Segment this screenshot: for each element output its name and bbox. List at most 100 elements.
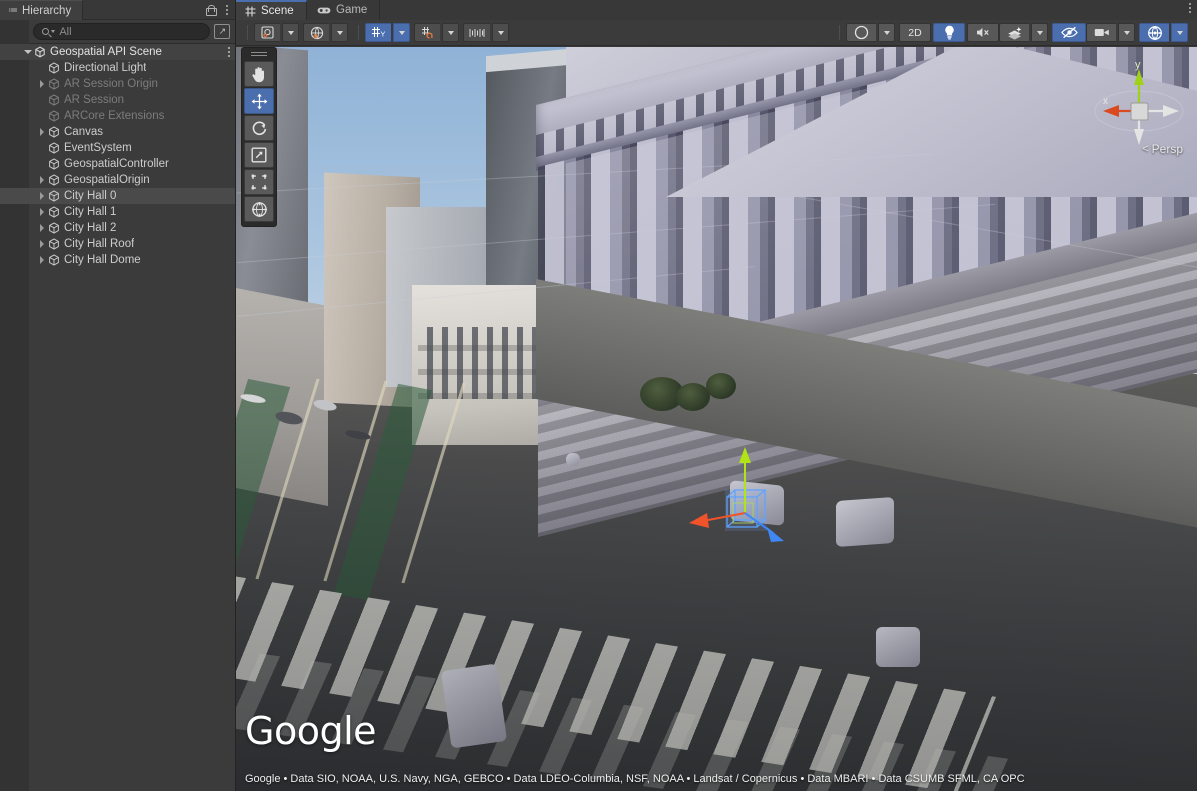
hierarchy-item-city-hall-dome[interactable]: City Hall Dome [0,252,235,268]
street-object-2 [566,453,580,466]
chevron-down-icon [1037,31,1043,35]
scale-tool[interactable] [244,142,274,168]
audio-toggle[interactable] [967,23,999,42]
disclosure-closed-icon[interactable] [36,128,47,136]
hierarchy-search-field[interactable] [33,23,210,40]
grid-axis-caret[interactable] [393,23,410,42]
disclosure-closed-icon[interactable] [36,224,47,232]
fx-dropdown[interactable] [999,23,1029,42]
hierarchy-item-ar-session[interactable]: AR Session [0,92,235,108]
disclosure-closed-icon[interactable] [36,240,47,248]
shading-mode-dropdown[interactable] [846,23,876,42]
hierarchy-item-ar-session-origin[interactable]: AR Session Origin [0,76,235,92]
shading-mode-caret[interactable] [878,23,895,42]
disclosure-closed-icon[interactable] [36,208,47,216]
hierarchy-item-eventsystem[interactable]: EventSystem [0,140,235,156]
2d-toggle[interactable]: 2D [899,23,931,42]
hierarchy-item-city-hall-2[interactable]: City Hall 2 [0,220,235,236]
hierarchy-kebab-menu-icon[interactable] [223,5,231,15]
street-tree-2 [676,383,710,411]
hierarchy-item-city-hall-1[interactable]: City Hall 1 [0,204,235,220]
expand-panel-icon[interactable] [214,24,230,39]
snap-increment-caret[interactable] [492,23,509,42]
hierarchy-item-geospatialorigin[interactable]: GeospatialOrigin [0,172,235,188]
street-object-5 [441,663,507,748]
hierarchy-item-geospatial-api-scene[interactable]: Geospatial API Scene [0,44,235,60]
gizmos-caret[interactable] [1171,23,1188,42]
scene-viewport[interactable]: y x < Persp [236,47,1197,791]
scale-icon [251,147,267,163]
world-local-caret[interactable] [331,23,348,42]
scene-lighting-toggle[interactable] [933,23,965,42]
hierarchy-panel: ≔ Hierarchy + Geospatial API SceneDirect… [0,0,236,791]
transform-move-gizmo[interactable] [687,445,817,575]
hierarchy-item-label: EventSystem [61,142,132,154]
hierarchy-item-label: Geospatial API Scene [47,46,162,58]
unity-editor-window: ≔ Hierarchy + Geospatial API SceneDirect… [0,0,1197,791]
fx-group [999,23,1048,42]
chevron-down-icon [448,31,454,35]
move-tool[interactable] [244,88,274,114]
gameobject-cube-icon [47,158,61,170]
gameobject-cube-icon [47,78,61,90]
tab-scene[interactable]: Scene [236,0,307,20]
hierarchy-item-label: City Hall 2 [61,222,116,234]
hierarchy-item-label: AR Session Origin [61,78,158,90]
hierarchy-item-label: AR Session [61,94,124,106]
hierarchy-item-label: GeospatialOrigin [61,174,150,186]
hierarchy-search-input[interactable] [59,26,201,38]
rect-tool[interactable] [244,169,274,195]
hierarchy-icon: ≔ [8,5,17,16]
disclosure-open-icon[interactable] [22,50,33,54]
disclosure-closed-icon[interactable] [36,256,47,264]
transform-tool[interactable] [244,196,274,222]
grid-snapping-toggle[interactable] [414,23,440,42]
gameobject-cube-icon [47,142,61,154]
grid-axis-toggle[interactable]: Y [365,23,391,42]
rotate-tool[interactable] [244,115,274,141]
tab-game[interactable]: Game [308,0,380,20]
projection-mode-label[interactable]: < Persp [1142,142,1183,156]
eye-crossed-icon [1061,26,1078,39]
grid-y-icon: Y [371,26,386,39]
hierarchy-item-city-hall-0[interactable]: City Hall 0 [0,188,235,204]
hierarchy-item-label: City Hall Roof [61,238,134,250]
svg-text:y: y [1135,59,1141,71]
search-icon [42,28,49,35]
2d-toggle-label: 2D [908,27,921,39]
disclosure-closed-icon[interactable] [36,176,47,184]
hierarchy-item-canvas[interactable]: Canvas [0,124,235,140]
draw-mode-dropdown[interactable] [254,23,280,42]
hierarchy-item-arcore-extensions[interactable]: ARCore Extensions [0,108,235,124]
tab-game-label: Game [336,4,367,16]
tools-overlay[interactable] [241,47,277,227]
world-local-toggle[interactable] [303,23,329,42]
camera-group [1086,23,1135,42]
grid-snap-caret[interactable] [442,23,459,42]
hierarchy-item-city-hall-roof[interactable]: City Hall Roof [0,236,235,252]
hierarchy-item-directional-light[interactable]: Directional Light [0,60,235,76]
lock-open-icon[interactable] [206,5,215,16]
camera-caret[interactable] [1118,23,1135,42]
gizmos-toggle[interactable] [1139,23,1169,42]
scene-kebab-menu-icon[interactable] [1189,3,1191,13]
toolbar-divider-3 [839,25,840,40]
disclosure-closed-icon[interactable] [36,192,47,200]
scene-context-menu-icon[interactable] [228,47,230,57]
camera-settings[interactable] [1086,23,1116,42]
grid-snap-group [414,23,459,42]
drag-handle-icon[interactable] [242,48,276,60]
half-sphere-icon [854,25,869,40]
speaker-muted-icon [976,26,991,39]
hierarchy-item-geospatialcontroller[interactable]: GeospatialController [0,156,235,172]
disclosure-closed-icon[interactable] [36,80,47,88]
hierarchy-item-label: GeospatialController [61,158,169,170]
fx-caret[interactable] [1031,23,1048,42]
scene-visibility-toggle[interactable] [1052,23,1086,42]
snap-increment-group [463,23,509,42]
snap-increment[interactable] [463,23,490,42]
draw-mode-caret[interactable] [282,23,299,42]
unity-scene-icon [33,46,47,58]
tab-hierarchy[interactable]: ≔ Hierarchy [0,0,83,20]
hand-tool[interactable] [244,61,274,87]
